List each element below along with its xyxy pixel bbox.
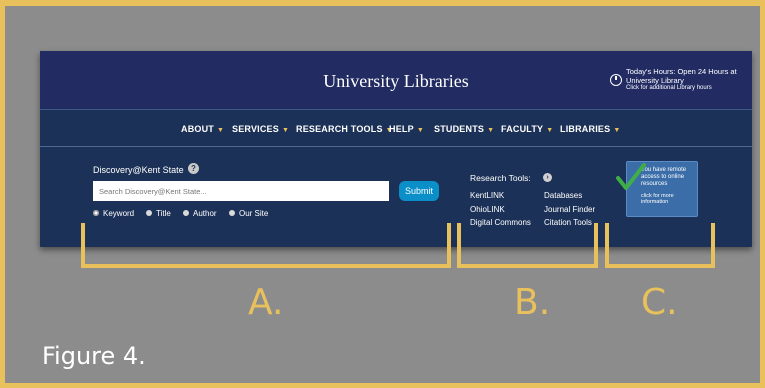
research-tools-label: Research Tools: <box>470 173 531 183</box>
chevron-down-icon: ▼ <box>416 127 424 134</box>
link-databases[interactable]: Databases <box>544 191 582 200</box>
nav-item-faculty[interactable]: FACULTY ▼ <box>501 124 553 134</box>
nav-item-services[interactable]: SERVICES ▼ <box>232 124 289 134</box>
arrow-right-icon[interactable]: › <box>543 173 552 182</box>
chevron-down-icon: ▼ <box>613 127 621 134</box>
hours-link[interactable]: Click for additional Library hours <box>626 85 712 91</box>
annotation-letter-c: C. <box>641 282 678 323</box>
nav-item-students[interactable]: STUDENTS ▼ <box>434 124 494 134</box>
nav-item-about[interactable]: ABOUT ▼ <box>181 124 224 134</box>
radio-selected-icon <box>93 210 99 216</box>
radio-icon <box>146 210 152 216</box>
submit-button[interactable]: Submit <box>399 181 439 201</box>
library-hours[interactable]: Today's Hours: Open 24 Hours at Universi… <box>610 67 752 101</box>
link-journal-finder[interactable]: Journal Finder <box>544 205 595 214</box>
checkmark-icon <box>616 163 646 190</box>
nav-item-libraries[interactable]: LIBRARIES ▼ <box>560 124 620 134</box>
radio-author[interactable]: Author <box>183 209 217 218</box>
radio-icon <box>183 210 189 216</box>
bracket-c <box>605 223 715 268</box>
main-nav: ABOUT ▼ SERVICES ▼ RESEARCH TOOLS ▼ HELP ▼ S… <box>40 110 752 147</box>
chevron-down-icon: ▼ <box>487 127 495 134</box>
figure-frame: University Libraries Today's Hours: Open… <box>0 0 765 388</box>
search-input[interactable] <box>93 181 389 201</box>
annotation-letter-b: B. <box>514 282 551 323</box>
hours-line-2: University Library <box>626 76 684 85</box>
remote-access-text: You have remote access to online resourc… <box>641 167 687 187</box>
link-kentlink[interactable]: KentLINK <box>470 191 504 200</box>
library-site-panel: University Libraries Today's Hours: Open… <box>40 51 752 247</box>
link-ohiolink[interactable]: OhioLINK <box>470 205 505 214</box>
nav-item-research-tools[interactable]: RESEARCH TOOLS ▼ <box>296 124 393 134</box>
annotation-letter-a: A. <box>248 282 284 323</box>
radio-keyword[interactable]: Keyword <box>93 209 134 218</box>
site-header: University Libraries Today's Hours: Open… <box>40 51 752 110</box>
hours-line-1: Today's Hours: Open 24 Hours at <box>626 67 737 76</box>
help-icon[interactable]: ? <box>188 163 199 174</box>
chevron-down-icon: ▼ <box>217 127 225 134</box>
chevron-down-icon: ▼ <box>546 127 554 134</box>
radio-icon <box>229 210 235 216</box>
radio-title[interactable]: Title <box>146 209 171 218</box>
search-label: Discovery@Kent State <box>93 165 184 175</box>
radio-our-site[interactable]: Our Site <box>229 209 268 218</box>
figure-caption: Figure 4. <box>42 342 146 370</box>
nav-item-help[interactable]: HELP ▼ <box>389 124 424 134</box>
remote-access-more-link[interactable]: click for more information <box>641 193 697 205</box>
chevron-down-icon: ▼ <box>281 127 290 134</box>
bracket-a <box>81 223 451 268</box>
bracket-b <box>457 223 598 268</box>
clock-icon <box>610 74 622 86</box>
